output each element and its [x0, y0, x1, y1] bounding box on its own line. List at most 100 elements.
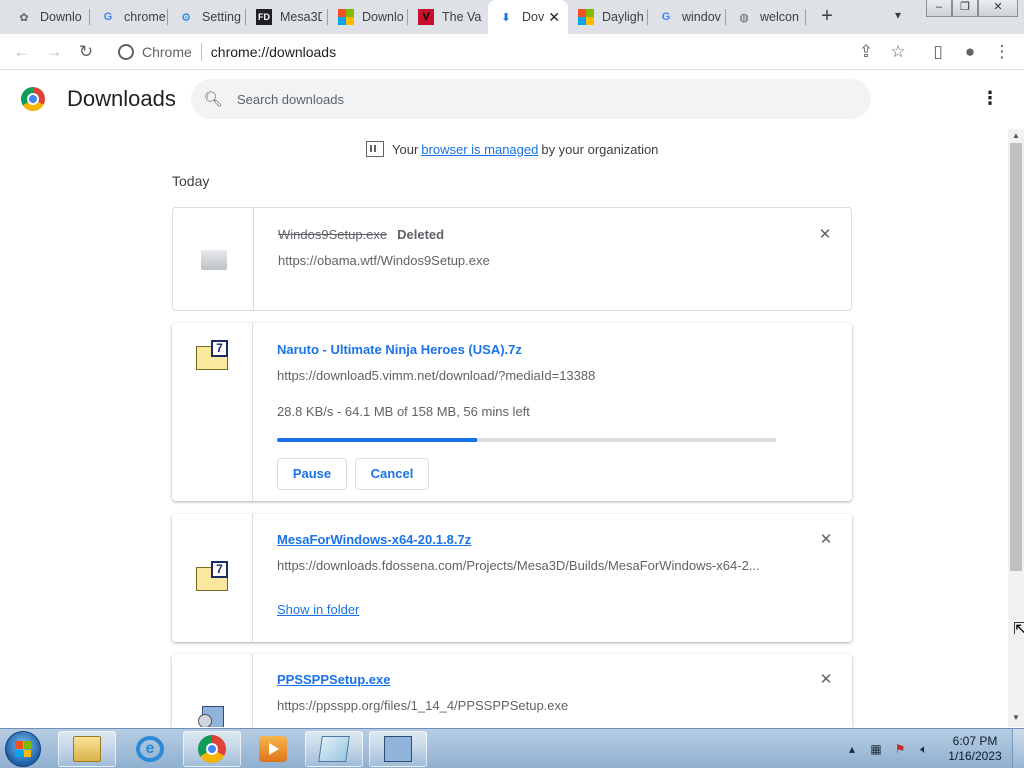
chrome-site-icon	[118, 44, 134, 60]
taskbar-media-player[interactable]	[244, 731, 302, 767]
pause-button[interactable]: Pause	[277, 458, 347, 490]
network-icon[interactable]: ▦	[867, 741, 885, 757]
progress-fill	[277, 438, 477, 442]
tab-downloads-ms[interactable]: Downlo	[328, 0, 408, 34]
file-name-link[interactable]: MesaForWindows-x64-20.1.8.7z	[277, 532, 772, 547]
download-item-completed: PPSSPPSetup.exe https://ppsspp.org/files…	[172, 654, 852, 727]
remove-from-list-icon[interactable]: ✕	[817, 227, 833, 243]
setup-icon	[384, 736, 412, 762]
tab-daylight[interactable]: Dayligh	[568, 0, 648, 34]
file-url[interactable]: https://downloads.fdossena.com/Projects/…	[277, 558, 772, 573]
profile-avatar-icon[interactable]: ●	[960, 42, 980, 62]
new-tab-button[interactable]: +	[815, 5, 839, 29]
tab-windows[interactable]: G windov	[648, 0, 726, 34]
chrome-logo-icon	[21, 87, 45, 111]
show-hidden-icons-icon[interactable]: ▴	[843, 741, 861, 757]
minimize-button[interactable]: –	[926, 0, 952, 17]
remove-from-list-icon[interactable]: ✕	[818, 532, 834, 548]
clock-date: 1/16/2023	[948, 749, 1002, 763]
google-icon: G	[661, 11, 671, 23]
show-desktop-button[interactable]	[1012, 729, 1024, 768]
tab-downloads-1[interactable]: ✿ Downlo	[6, 0, 90, 34]
tab-downloads-active[interactable]: ⬇ Dov ✕	[488, 0, 568, 34]
taskbar-file-explorer[interactable]	[58, 731, 116, 767]
file-url[interactable]: https://obama.wtf/Windos9Setup.exe	[278, 253, 771, 268]
scroll-up-arrow-icon[interactable]: ▲	[1011, 131, 1021, 141]
volume-icon[interactable]: 🔈︎	[915, 741, 933, 757]
taskbar-chrome[interactable]	[183, 731, 241, 767]
close-tab-icon[interactable]: ✕	[548, 9, 560, 26]
tab-welcome[interactable]: ◍ welcon	[726, 0, 806, 34]
tab-title: The Va	[442, 10, 482, 24]
scrollbar-thumb[interactable]	[1010, 143, 1022, 571]
close-window-button[interactable]: ✕	[978, 0, 1018, 17]
progress-status: 28.8 KB/s - 64.1 MB of 158 MB, 56 mins l…	[277, 404, 530, 419]
site-label: Chrome	[142, 44, 192, 60]
tab-search-chevron-icon[interactable]: ▾	[895, 8, 901, 22]
internet-explorer-icon: e	[136, 736, 164, 762]
managed-notice: Your browser is managed by your organiza…	[366, 141, 658, 157]
file-url[interactable]: https://download5.vimm.net/download/?med…	[277, 368, 772, 383]
browser-managed-link[interactable]: browser is managed	[421, 142, 538, 157]
show-in-folder-link[interactable]: Show in folder	[277, 602, 359, 617]
globe-icon: ◍	[739, 11, 749, 24]
installer-icon	[198, 702, 226, 727]
action-center-alert-icon[interactable]: ⚑	[891, 741, 909, 757]
managed-prefix: Your	[392, 141, 419, 157]
remove-from-list-icon[interactable]: ✕	[818, 672, 834, 688]
archive-7z-icon: 7	[196, 340, 228, 370]
back-icon[interactable]: ←	[12, 42, 32, 62]
file-url[interactable]: https://ppsspp.org/files/1_14_4/PPSSPPSe…	[277, 698, 772, 713]
address-bar[interactable]: Chrome chrome://downloads	[108, 38, 886, 66]
scroll-down-arrow-icon[interactable]: ▼	[1011, 713, 1021, 723]
tab-strip: ✿ Downlo G chrome ⚙ Setting FD Mesa3D Do…	[0, 0, 1024, 34]
clock-time: 6:07 PM	[952, 734, 998, 748]
tab-chrome[interactable]: G chrome	[90, 0, 168, 34]
search-input[interactable]	[237, 91, 837, 107]
download-item-deleted: Windos9Setup.exe Deleted https://obama.wt…	[172, 207, 852, 311]
start-button[interactable]	[5, 731, 41, 767]
status-label: Deleted	[397, 227, 445, 242]
date-section-label: Today	[172, 173, 210, 189]
search-downloads-box[interactable]: 🔍︎	[191, 79, 871, 119]
chrome-menu-icon[interactable]: ⋮	[992, 42, 1012, 62]
taskbar-notepad[interactable]	[305, 731, 363, 767]
windows-logo-icon	[15, 741, 31, 757]
forward-icon[interactable]: →	[44, 42, 64, 62]
deleted-file-icon	[201, 250, 227, 270]
tab-title: Downlo	[40, 10, 82, 24]
bookmark-star-icon[interactable]: ☆	[888, 42, 908, 62]
reload-icon[interactable]: ↻	[76, 42, 96, 62]
search-icon: 🔍︎	[203, 91, 223, 108]
downloads-list: Your browser is managed by your organiza…	[0, 129, 1008, 727]
file-name[interactable]: Naruto - Ultimate Ninja Heroes (USA).7z	[277, 342, 772, 357]
file-explorer-icon	[73, 736, 101, 762]
download-item-in-progress: 7 Naruto - Ultimate Ninja Heroes (USA).7…	[172, 323, 852, 501]
site-chip[interactable]: Chrome	[108, 44, 192, 60]
share-icon[interactable]: ⇪	[856, 42, 876, 62]
tab-the-vault[interactable]: V The Va	[408, 0, 488, 34]
more-actions-icon[interactable]: ⋮	[980, 87, 1000, 111]
download-progress-bar	[277, 438, 776, 442]
taskbar-internet-explorer[interactable]: e	[121, 731, 179, 767]
download-icon: ⬇	[501, 11, 511, 24]
tab-title: Dayligh	[602, 10, 644, 24]
url-text[interactable]: chrome://downloads	[211, 44, 336, 60]
clock[interactable]: 6:07 PM 1/16/2023	[940, 734, 1010, 764]
mouse-cursor-icon: ⇱	[1013, 621, 1024, 638]
tab-mesa3d[interactable]: FD Mesa3D	[246, 0, 328, 34]
archive-7z-icon: 7	[196, 561, 228, 591]
download-item-completed: 7 MesaForWindows-x64-20.1.8.7z https://d…	[172, 514, 852, 642]
gear-flower-icon: ✿	[19, 11, 29, 24]
tab-settings[interactable]: ⚙ Setting	[168, 0, 246, 34]
file-name-link[interactable]: PPSSPPSetup.exe	[277, 672, 772, 687]
restore-button[interactable]: ❐	[952, 0, 978, 17]
tab-title: welcon	[760, 10, 799, 24]
taskbar-setup[interactable]	[369, 731, 427, 767]
fd-icon: FD	[256, 9, 272, 25]
cancel-button[interactable]: Cancel	[355, 458, 429, 490]
page-title: Downloads	[67, 86, 176, 111]
tab-title: Setting	[202, 10, 241, 24]
google-icon: G	[103, 11, 113, 23]
side-panel-icon[interactable]: ▯	[928, 42, 948, 62]
